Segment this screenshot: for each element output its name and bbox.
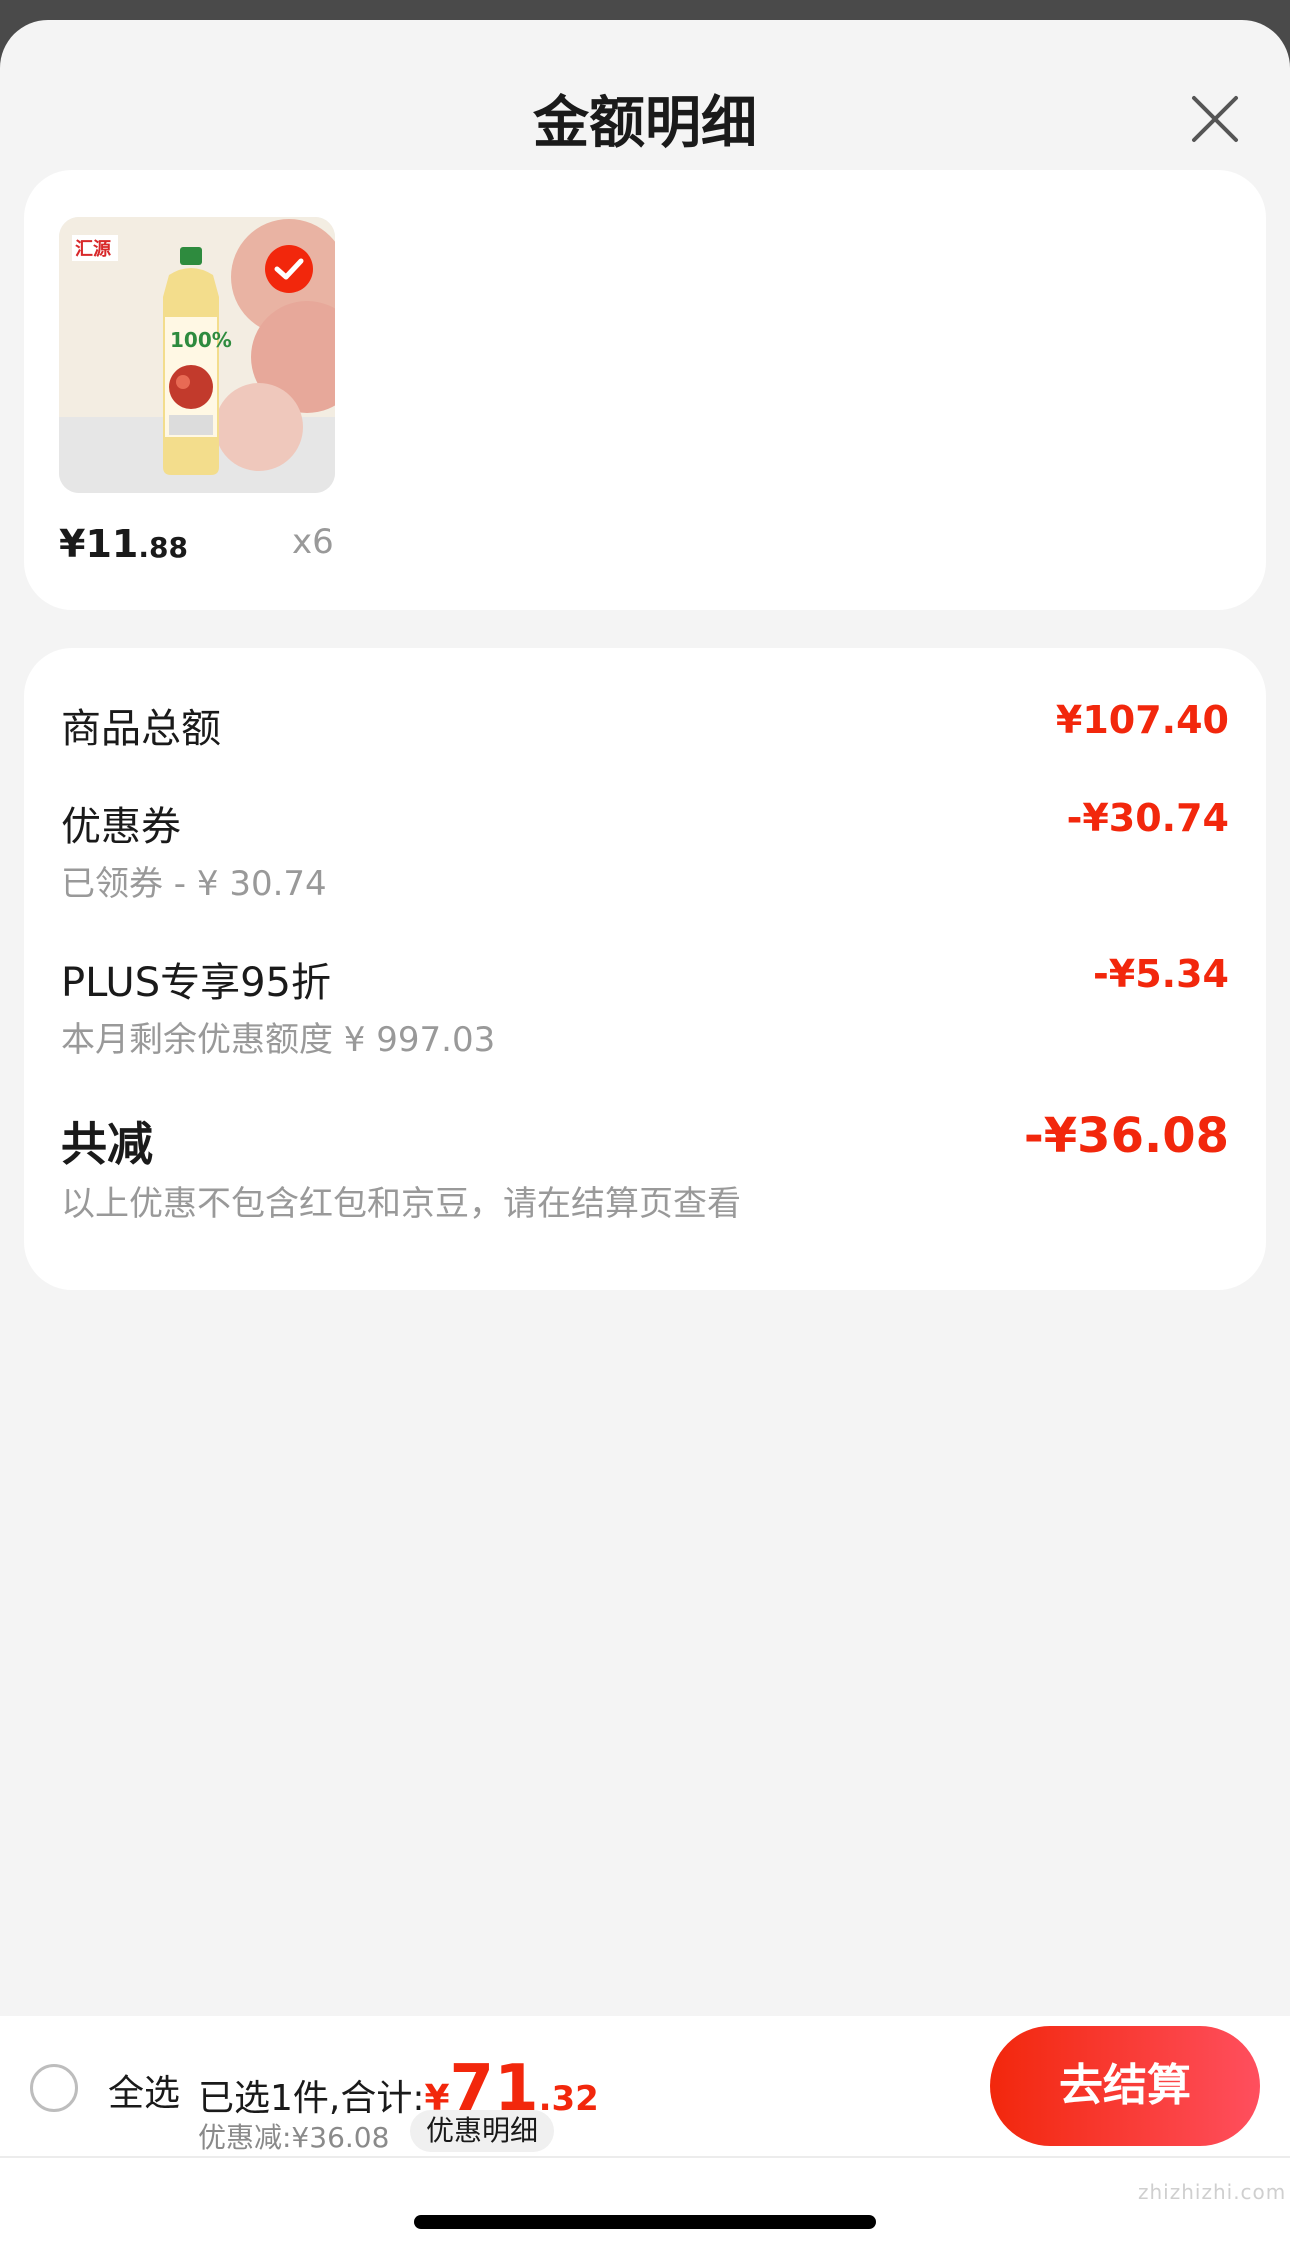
selected-check-icon[interactable]: [264, 244, 314, 294]
svg-text:汇源: 汇源: [75, 238, 111, 260]
select-all-label[interactable]: 全选: [108, 2064, 180, 2116]
goods-total-label: 商品总额: [61, 706, 221, 752]
divider: [0, 2156, 1290, 2158]
home-indicator: [414, 2215, 876, 2229]
product-price: ¥11.88: [59, 522, 188, 566]
checkout-button[interactable]: 去结算: [990, 2026, 1260, 2146]
price-currency: ¥: [59, 522, 86, 566]
product-quantity: x6: [292, 522, 334, 562]
total-decimal: .32: [538, 2079, 599, 2119]
product-thumbnail[interactable]: 汇源 100%: [59, 217, 335, 493]
sheet-title: 金额明细: [533, 91, 757, 156]
select-all-radio[interactable]: [30, 2064, 78, 2112]
total-discount-amount: -¥36.08: [1023, 1108, 1229, 1164]
amount-detail-sheet: 金额明细 汇源 100% ¥11.88 x6 商品总额 ¥107.40 优惠券 …: [0, 20, 1290, 2259]
close-icon[interactable]: [1188, 92, 1242, 146]
total-discount-label: 共减: [61, 1117, 153, 1171]
svg-text:100%: 100%: [170, 328, 232, 352]
watermark: zhizhizhi.com: [1138, 2180, 1287, 2204]
goods-total-amount: ¥107.40: [1055, 698, 1229, 742]
product-card: 汇源 100% ¥11.88 x6: [24, 170, 1266, 610]
discount-note: 以上优惠不包含红包和京豆，请在结算页查看: [61, 1184, 741, 1224]
price-decimal: .88: [138, 531, 188, 564]
summary-card: 商品总额 ¥107.40 优惠券 -¥30.74 已领券 - ¥ 30.74 P…: [24, 648, 1266, 1290]
selected-text: 已选1件,合计:: [198, 2078, 425, 2119]
plus-discount-label: PLUS专享95折: [61, 960, 331, 1006]
plus-discount-sub: 本月剩余优惠额度 ¥ 997.03: [61, 1020, 496, 1060]
plus-discount-amount: -¥5.34: [1093, 952, 1229, 996]
discount-text: 优惠减:¥36.08: [198, 2121, 390, 2154]
coupon-label: 优惠券: [61, 804, 181, 850]
coupon-sub: 已领券 - ¥ 30.74: [61, 864, 327, 904]
coupon-amount: -¥30.74: [1066, 796, 1229, 840]
discount-detail-button[interactable]: 优惠明细: [410, 2110, 555, 2152]
price-integer: 11: [85, 522, 139, 566]
